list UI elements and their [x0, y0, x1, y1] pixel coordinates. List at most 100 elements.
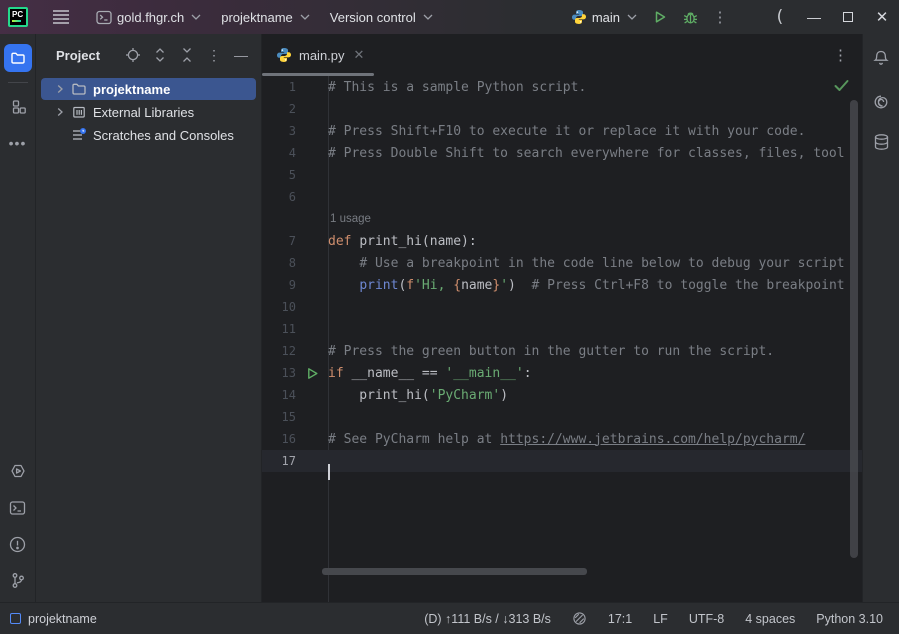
terminal-tool-window-button[interactable]	[4, 494, 32, 522]
code-editor[interactable]: 1# This is a sample Python script.23# Pr…	[262, 76, 862, 602]
run-button[interactable]	[645, 3, 675, 31]
python-icon	[571, 9, 587, 25]
run-configuration-label: main	[592, 10, 620, 25]
code-line-12[interactable]: 12# Press the green button in the gutter…	[262, 340, 862, 362]
gutter-run-icon[interactable]	[296, 367, 328, 380]
code-line-9[interactable]: 9 print(f'Hi, {name}') # Press Ctrl+F8 t…	[262, 274, 862, 296]
code-text: # See PyCharm help at https://www.jetbra…	[328, 432, 862, 447]
code-line-10[interactable]: 10	[262, 296, 862, 318]
ai-assistant-icon[interactable]	[867, 88, 895, 116]
code-text: print_hi('PyCharm')	[328, 388, 862, 403]
vcs-widget[interactable]: Version control	[322, 5, 441, 30]
chevron-down-icon	[191, 14, 201, 20]
project-widget-label: projektname	[221, 10, 293, 25]
code-line-11[interactable]: 11	[262, 318, 862, 340]
main-menu-burger-icon[interactable]	[46, 3, 76, 31]
code-line-14[interactable]: 14 print_hi('PyCharm')	[262, 384, 862, 406]
code-line-5[interactable]: 5	[262, 164, 862, 186]
version-control-tool-window-button[interactable]	[4, 566, 32, 594]
window-shade-button[interactable]: (	[763, 2, 797, 32]
collapse-all-icon[interactable]	[177, 45, 197, 65]
notifications-bell-icon[interactable]	[867, 44, 895, 72]
line-number: 17	[262, 454, 296, 468]
tree-item-label: projektname	[93, 82, 170, 97]
project-widget[interactable]: projektname	[213, 5, 318, 30]
minimize-button[interactable]: —	[797, 2, 831, 32]
line-number: 8	[262, 256, 296, 270]
code-line-1[interactable]: 1# This is a sample Python script.	[262, 76, 862, 98]
python-icon	[276, 47, 292, 63]
tree-item-external-libraries[interactable]: External Libraries	[41, 101, 256, 123]
horizontal-scrollbar[interactable]	[322, 568, 587, 575]
maximize-button[interactable]	[831, 2, 865, 32]
line-number: 10	[262, 300, 296, 314]
code-line-13[interactable]: 13 if __name__ == '__main__':	[262, 362, 862, 384]
usage-inlay-hint[interactable]: 1 usage	[262, 208, 862, 230]
tab-main-py[interactable]: main.py ✕	[262, 34, 376, 76]
more-actions-kebab-icon[interactable]: ⋮	[705, 3, 735, 31]
database-icon[interactable]	[867, 128, 895, 156]
line-number: 4	[262, 146, 296, 160]
close-button[interactable]: ✕	[865, 2, 899, 32]
usage-inlay-label[interactable]: 1 usage	[262, 213, 371, 225]
network-traffic[interactable]: (D) ↑111 B/s / ↓313 B/s	[424, 612, 551, 626]
chevron-right-icon[interactable]	[51, 83, 69, 95]
code-text: if __name__ == '__main__':	[328, 366, 862, 381]
chevron-right-icon[interactable]	[51, 106, 69, 118]
debug-button[interactable]	[675, 3, 705, 31]
pycharm-logo: PC	[8, 7, 28, 27]
run-tool-window-button[interactable]	[4, 458, 32, 486]
python-interpreter[interactable]: Python 3.10	[816, 612, 883, 626]
more-tool-windows-button[interactable]: •••	[4, 129, 32, 157]
file-encoding[interactable]: UTF-8	[689, 612, 724, 626]
tree-item-scratches-and-consoles[interactable]: Scratches and Consoles	[41, 124, 256, 146]
tab-label: main.py	[299, 48, 345, 63]
caret-position[interactable]: 17:1	[608, 612, 632, 626]
code-line-6[interactable]: 6	[262, 186, 862, 208]
tab-close-icon[interactable]: ✕	[354, 47, 365, 63]
code-text: # Use a breakpoint in the code line belo…	[328, 256, 862, 271]
structure-tool-window-button[interactable]	[4, 93, 32, 121]
status-project-widget[interactable]: projektname	[10, 612, 97, 626]
highlighting-status-icon[interactable]	[572, 611, 587, 626]
options-kebab-icon[interactable]: ⋮	[204, 45, 224, 65]
title-bar: PC gold.fhgr.ch projek	[0, 0, 899, 34]
hide-panel-icon[interactable]: —	[231, 45, 251, 65]
line-number: 15	[262, 410, 296, 424]
code-line-4[interactable]: 4 # Press Double Shift to search everywhe…	[262, 142, 862, 164]
code-line-17[interactable]: 17	[262, 450, 862, 472]
editor-options-kebab-icon[interactable]: ⋮	[833, 46, 848, 64]
code-line-15[interactable]: 15	[262, 406, 862, 428]
code-text: # Press Double Shift to search everywher…	[328, 146, 862, 161]
editor-tab-bar: main.py ✕ ⋮	[262, 34, 862, 76]
code-line-3[interactable]: 3# Press Shift+F10 to execute it or repl…	[262, 120, 862, 142]
line-number: 7	[262, 234, 296, 248]
code-line-2[interactable]: 2	[262, 98, 862, 120]
chevron-down-icon	[627, 14, 637, 20]
code-line-7[interactable]: 7 def print_hi(name):	[262, 230, 862, 252]
line-number: 13	[262, 366, 296, 380]
inspections-ok-check-icon[interactable]	[834, 79, 849, 92]
problems-tool-window-button[interactable]	[4, 530, 32, 558]
code-text: # Press Shift+F10 to execute it or repla…	[328, 124, 862, 139]
tree-item-projektname[interactable]: projektname	[41, 78, 256, 100]
project-tool-window-button[interactable]	[4, 44, 32, 72]
tree-item-label: Scratches and Consoles	[93, 128, 234, 143]
code-line-16[interactable]: 16# See PyCharm help at https://www.jetb…	[262, 428, 862, 450]
main-area: •••	[0, 34, 899, 602]
code-line-8[interactable]: 8 # Use a breakpoint in the code line be…	[262, 252, 862, 274]
line-separator[interactable]: LF	[653, 612, 668, 626]
expand-all-icon[interactable]	[150, 45, 170, 65]
editor-area: main.py ✕ ⋮ 1# This is a sample Python s…	[262, 34, 862, 602]
run-configuration-widget[interactable]: main	[563, 4, 645, 30]
locate-file-icon[interactable]	[123, 45, 143, 65]
project-panel-header: Project ⋮	[36, 40, 261, 70]
vertical-scrollbar[interactable]	[850, 100, 858, 558]
left-tool-window-stripe: •••	[0, 34, 36, 602]
project-tree: projektname External Libraries Scratches a…	[36, 78, 261, 146]
remote-host-widget[interactable]: gold.fhgr.ch	[88, 5, 209, 30]
indent-style[interactable]: 4 spaces	[745, 612, 795, 626]
code-text: def print_hi(name):	[328, 234, 862, 249]
ssh-terminal-icon	[96, 10, 112, 25]
pycharm-logo-bar	[12, 20, 21, 22]
